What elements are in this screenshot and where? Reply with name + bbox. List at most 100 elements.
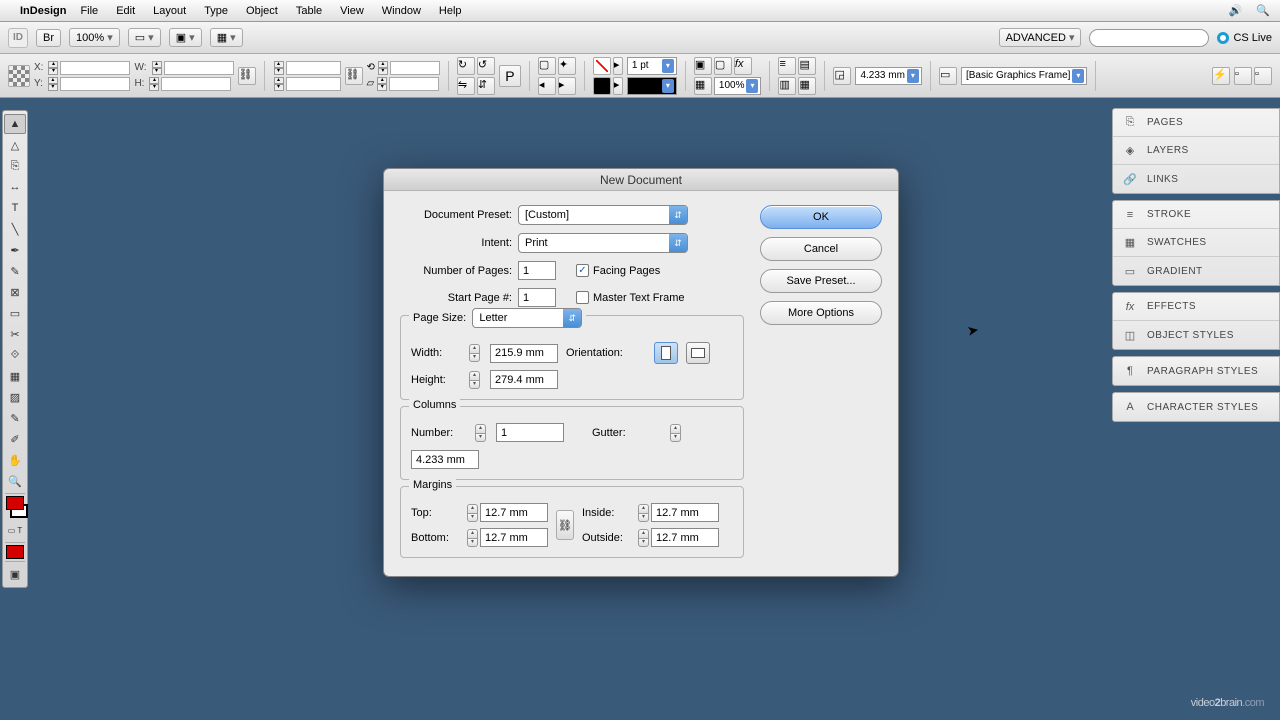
margin-outside-input[interactable] [651,528,719,547]
menu-file[interactable]: File [80,5,98,17]
gradient-swatch-tool[interactable]: ▦ [4,366,26,386]
line-tool[interactable]: ╲ [4,219,26,239]
panel-stroke[interactable]: ≡STROKE [1113,201,1279,229]
search-input[interactable] [1089,29,1209,47]
margin-top-spinner[interactable]: ▴▾ [467,504,478,522]
shear-input[interactable] [389,77,439,91]
fit-content-icon[interactable]: ▣ [694,57,712,75]
y-spinner[interactable]: ▴▾ [48,77,58,91]
screen-mode-dropdown[interactable]: ▣ [169,28,202,47]
panel-object-styles[interactable]: ◫OBJECT STYLES [1113,321,1279,349]
margin-top-input[interactable] [480,503,548,522]
wrap-shape-icon[interactable]: ▥ [778,77,796,95]
intent-dropdown[interactable]: Print [518,233,688,253]
more-options-button[interactable]: More Options [760,301,882,325]
scissors-tool[interactable]: ✂ [4,324,26,344]
h-input[interactable] [161,77,231,91]
rotate-input[interactable] [390,61,440,75]
margin-bottom-input[interactable] [480,528,548,547]
pen-tool[interactable]: ✒ [4,240,26,260]
menu-window[interactable]: Window [382,5,421,17]
scale-x-spinner[interactable]: ▴▾ [274,61,284,75]
start-page-input[interactable] [518,288,556,307]
constrain-icon[interactable]: ⛓ [238,67,256,85]
panel-character-styles[interactable]: ACHARACTER STYLES [1113,393,1279,421]
type-tool[interactable]: T [4,198,26,218]
page-size-dropdown[interactable]: Letter [472,308,582,328]
orientation-portrait-button[interactable] [654,342,678,364]
workspace-dropdown[interactable]: ADVANCED [999,28,1082,47]
menu-layout[interactable]: Layout [153,5,186,17]
bridge-button[interactable]: Br [36,29,61,47]
rotate-cw-icon[interactable]: ↻ [457,57,475,75]
format-container-icon[interactable]: ▭ T [4,520,26,540]
x-spinner[interactable]: ▴▾ [48,61,58,75]
shear-spinner[interactable]: ▴▾ [377,77,387,91]
col-number-input[interactable] [496,423,564,442]
facing-pages-checkbox[interactable]: ✓Facing Pages [576,264,660,277]
y-input[interactable] [60,77,130,91]
quick-apply-icon[interactable]: ⚡ [1212,67,1230,85]
ok-button[interactable]: OK [760,205,882,229]
reference-point-icon[interactable] [8,65,30,87]
menu-table[interactable]: Table [296,5,322,17]
number-of-pages-input[interactable] [518,261,556,280]
gutter-input[interactable] [411,450,479,469]
misc-icon-1[interactable]: ▫ [1234,67,1252,85]
save-preset-button[interactable]: Save Preset... [760,269,882,293]
auto-fit-icon[interactable]: ▦ [694,77,712,95]
page-tool[interactable]: ⎘ [4,156,26,176]
flip-v-icon[interactable]: ⇵ [477,77,495,95]
document-preset-dropdown[interactable]: [Custom] [518,205,688,225]
opacity-dropdown[interactable]: 100% [714,77,762,95]
select-container-icon[interactable]: ▢ [538,57,556,75]
scale-y-input[interactable] [286,77,341,91]
eyedropper-tool[interactable]: ✐ [4,429,26,449]
select-prev-icon[interactable]: ◂ [538,77,556,95]
stroke-weight-dropdown[interactable]: 1 pt [627,57,677,75]
margin-inside-input[interactable] [651,503,719,522]
menu-type[interactable]: Type [204,5,228,17]
menu-help[interactable]: Help [439,5,462,17]
scale-x-input[interactable] [286,61,341,75]
stroke-swatch[interactable] [593,77,611,95]
orientation-landscape-button[interactable] [686,342,710,364]
zoom-tool[interactable]: 🔍 [4,471,26,491]
menu-object[interactable]: Object [246,5,278,17]
panel-links[interactable]: 🔗LINKS [1113,165,1279,193]
effects-icon[interactable]: fx [734,57,752,75]
select-content-icon[interactable]: ✦ [558,57,576,75]
height-spinner[interactable]: ▴▾ [469,371,480,389]
w-spinner[interactable]: ▴▾ [152,61,162,75]
wrap-jump-icon[interactable]: ▦ [798,77,816,95]
hand-tool[interactable]: ✋ [4,450,26,470]
width-spinner[interactable]: ▴▾ [469,344,480,362]
cancel-button[interactable]: Cancel [760,237,882,261]
h-spinner[interactable]: ▴▾ [149,77,159,91]
margin-inside-spinner[interactable]: ▴▾ [638,504,649,522]
w-input[interactable] [164,61,234,75]
object-style-dropdown[interactable]: [Basic Graphics Frame] [961,67,1087,85]
fit-frame-icon[interactable]: ▢ [714,57,732,75]
free-transform-tool[interactable]: ⟐ [4,345,26,365]
panel-gradient[interactable]: ▭GRADIENT [1113,257,1279,285]
rectangle-frame-tool[interactable]: ⊠ [4,282,26,302]
stroke-style-dropdown[interactable] [627,77,677,95]
arrange-dropdown[interactable]: ▦ [210,28,243,47]
select-next-icon[interactable]: ▸ [558,77,576,95]
x-input[interactable] [60,61,130,75]
scale-y-spinner[interactable]: ▴▾ [274,77,284,91]
cs-live-button[interactable]: CS Live [1217,32,1272,44]
menu-edit[interactable]: Edit [116,5,135,17]
height-input[interactable] [490,370,558,389]
rectangle-tool[interactable]: ▭ [4,303,26,323]
stroke-arrow-icon[interactable]: ▸ [613,77,623,95]
object-style-icon[interactable]: ▭ [939,67,957,85]
zoom-dropdown[interactable]: 100% [69,28,120,47]
note-tool[interactable]: ✎ [4,408,26,428]
gutter-spinner[interactable]: ▴▾ [670,424,681,442]
flip-h-icon[interactable]: ⇋ [457,77,475,95]
pencil-tool[interactable]: ✎ [4,261,26,281]
margin-outside-spinner[interactable]: ▴▾ [638,529,649,547]
rotate-ccw-icon[interactable]: ↺ [477,57,495,75]
